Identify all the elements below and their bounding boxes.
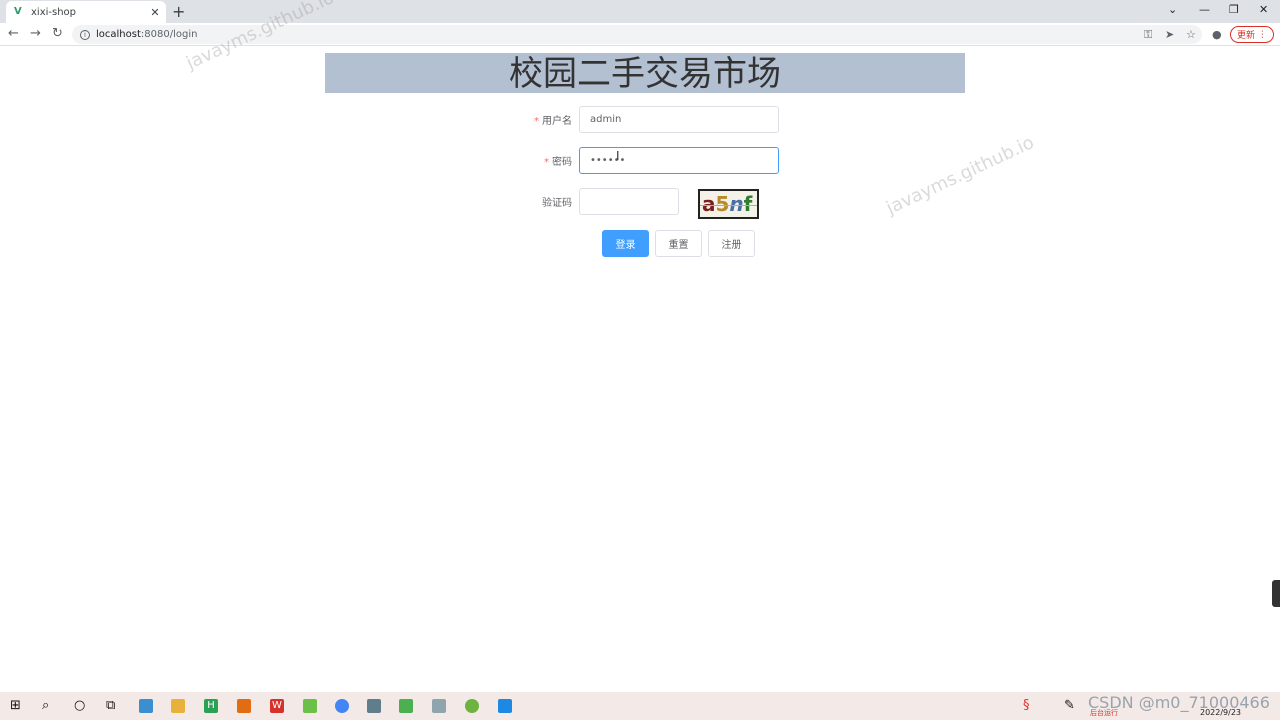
- tab-search-icon[interactable]: ⌄: [1168, 3, 1177, 16]
- app-icon-4[interactable]: [399, 699, 413, 713]
- windows-start-icon[interactable]: ⊞: [10, 698, 21, 713]
- minimize-icon[interactable]: —: [1199, 3, 1210, 16]
- password-input[interactable]: ••••••: [579, 147, 779, 174]
- update-button[interactable]: 更新 ⋮: [1230, 26, 1274, 43]
- pen-icon[interactable]: ✎: [1064, 698, 1075, 713]
- app-icon-2[interactable]: [303, 699, 317, 713]
- profile-icon[interactable]: ●: [1212, 28, 1222, 41]
- captcha-noise-line: [700, 205, 757, 206]
- browser-tab-bar: V xixi-shop ✕ + ⌄ — ❐ ✕: [0, 0, 1280, 23]
- search-tool-icon[interactable]: [237, 699, 251, 713]
- task-view-icon[interactable]: ⧉: [106, 698, 115, 713]
- username-row: * 用户名 admin: [500, 106, 780, 133]
- required-mark: *: [544, 157, 549, 168]
- spring-icon[interactable]: [465, 699, 479, 713]
- search-icon[interactable]: ⌕: [42, 698, 49, 713]
- forward-icon[interactable]: →: [30, 26, 41, 41]
- tab-title: xixi-shop: [31, 6, 77, 18]
- browser-tab[interactable]: V xixi-shop ✕: [6, 1, 166, 23]
- app-icon-3[interactable]: [367, 699, 381, 713]
- tray-app-icon[interactable]: §: [1023, 698, 1030, 713]
- captcha-char: 5: [715, 192, 730, 216]
- tab-close-icon[interactable]: ✕: [147, 6, 163, 19]
- url-path: :8080/login: [140, 29, 198, 40]
- captcha-char: a: [702, 192, 716, 216]
- cortana-icon[interactable]: ○: [74, 698, 85, 713]
- update-label: 更新: [1237, 31, 1256, 41]
- password-label: * 密码: [544, 153, 572, 168]
- captcha-row: 验证码 a5nf: [500, 188, 780, 219]
- window-close-icon[interactable]: ✕: [1259, 3, 1268, 16]
- side-panel-handle[interactable]: [1272, 580, 1280, 607]
- reload-icon[interactable]: ↻: [52, 26, 63, 41]
- new-tab-button[interactable]: +: [172, 2, 185, 21]
- captcha-char: f: [743, 192, 753, 216]
- file-explorer-icon[interactable]: [171, 699, 185, 713]
- captcha-input[interactable]: [579, 188, 679, 215]
- vue-logo-icon: V: [14, 6, 22, 17]
- username-label-text: 用户名: [542, 116, 572, 127]
- hbuilder-icon[interactable]: H: [204, 699, 218, 713]
- url-host: localhost: [96, 29, 141, 40]
- login-button[interactable]: 登录: [602, 230, 649, 257]
- text-cursor-icon: I: [616, 149, 620, 163]
- taskbar-date: 2022/9/23: [1200, 708, 1242, 717]
- site-info-icon[interactable]: i: [80, 29, 90, 40]
- page-title: 校园二手交易市场: [325, 53, 965, 94]
- password-label-text: 密码: [552, 157, 572, 168]
- captcha-char: n: [729, 192, 744, 216]
- chrome-icon[interactable]: [335, 699, 349, 713]
- captcha-label: 验证码: [542, 198, 572, 209]
- wps-icon[interactable]: W: [270, 699, 284, 713]
- reset-button[interactable]: 重置: [655, 230, 702, 257]
- password-row: * 密码 ••••••: [500, 147, 780, 174]
- username-input[interactable]: admin: [579, 106, 779, 133]
- app-icon-5[interactable]: [432, 699, 446, 713]
- captcha-image[interactable]: a5nf: [698, 189, 759, 219]
- required-mark: *: [534, 116, 539, 127]
- bookmark-star-icon[interactable]: ☆: [1186, 28, 1196, 41]
- address-bar: ← → ↻ i localhost:8080/login ⚿ ➤ ☆ ●: [0, 23, 1280, 46]
- register-button[interactable]: 注册: [708, 230, 755, 257]
- app-icon-1[interactable]: [139, 699, 153, 713]
- key-icon[interactable]: ⚿: [1144, 28, 1152, 42]
- tray-warning: 后台运行: [1090, 709, 1118, 717]
- app-icon-6[interactable]: [498, 699, 512, 713]
- username-label: * 用户名: [534, 112, 572, 127]
- restore-icon[interactable]: ❐: [1229, 3, 1239, 16]
- back-icon[interactable]: ←: [8, 26, 19, 41]
- watermark: javayms.github.io: [883, 132, 1038, 219]
- send-icon[interactable]: ➤: [1165, 28, 1174, 41]
